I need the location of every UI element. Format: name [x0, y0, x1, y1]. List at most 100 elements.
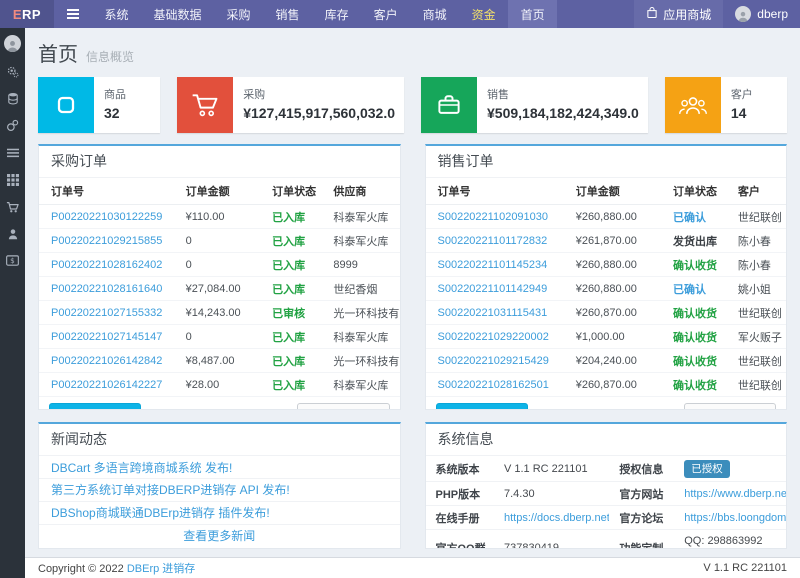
panel-title: 销售订单 — [426, 146, 787, 178]
nav-item-inventory[interactable]: 库存 — [312, 0, 361, 28]
order-id-link[interactable]: P00220221030122259 — [39, 205, 180, 229]
order-id-link[interactable]: P00220221028161640 — [39, 277, 180, 301]
order-id-link[interactable]: P00220221026142842 — [39, 349, 180, 373]
order-id-link[interactable]: S00220221028162501 — [426, 373, 570, 397]
order-id-link[interactable]: S00220221029220002 — [426, 325, 570, 349]
order-id-link[interactable]: S00220221031115431 — [426, 301, 570, 325]
sys-label: 在线手册 — [426, 506, 494, 530]
more-news-link[interactable]: 查看更多新闻 — [39, 525, 400, 548]
sys-value-php: 7.4.30 — [494, 482, 609, 506]
cube-icon — [38, 77, 94, 133]
supplier-name: 科泰军火库 — [327, 205, 399, 229]
order-amount: ¥260,880.00 — [570, 205, 667, 229]
sys-label: 授权信息 — [609, 456, 674, 482]
database-icon[interactable] — [0, 85, 25, 112]
official-site-link[interactable]: https://www.dberp.net/ — [684, 488, 786, 500]
user-icon[interactable] — [0, 220, 25, 247]
order-id-link[interactable]: S00220221101172832 — [426, 229, 570, 253]
stat-cards: 商品 32 采购 ¥127,415,917,560,032.0 — [38, 77, 787, 133]
add-purchase-order-button[interactable]: 添加采购订单 — [49, 403, 141, 410]
list-icon[interactable] — [0, 139, 25, 166]
nav-item-customer[interactable]: 客户 — [361, 0, 410, 28]
status-badge: 已审核 — [266, 301, 327, 325]
table-row: S00220221101172832¥261,870.00发货出库陈小春 — [426, 229, 787, 253]
status-badge: 已确认 — [667, 205, 732, 229]
news-link[interactable]: DBShop商城联通DBErp进销存 插件发布! — [39, 502, 400, 525]
order-amount: 0 — [180, 325, 267, 349]
page-title: 首页 — [38, 38, 78, 67]
view-sales-orders-button[interactable]: 查看销售订单 — [684, 403, 776, 410]
order-amount: ¥28.00 — [180, 373, 267, 397]
order-id-link[interactable]: S00220221102091030 — [426, 205, 570, 229]
order-amount: ¥260,880.00 — [570, 277, 667, 301]
grid-icon[interactable] — [0, 166, 25, 193]
nav-item-system[interactable]: 系统 — [92, 0, 141, 28]
money-icon[interactable]: $ — [0, 247, 25, 274]
supplier-name: 科泰军火库 — [327, 229, 399, 253]
add-sales-order-button[interactable]: 添加销售订单 — [436, 403, 528, 410]
nav-item-mall[interactable]: 商城 — [410, 0, 459, 28]
cogs-icon[interactable] — [0, 58, 25, 85]
app-store-button[interactable]: 应用商城 — [634, 0, 723, 28]
col-header-customer: 客户 — [732, 178, 786, 205]
supplier-name: 科泰军火库 — [327, 325, 399, 349]
view-purchase-orders-button[interactable]: 查看采购订单 — [297, 403, 389, 410]
erp-logo[interactable]: ERP — [0, 0, 54, 28]
stat-value: 32 — [104, 105, 126, 121]
table-row: S00220221031115431¥260,870.00确认收货世纪联创 — [426, 301, 787, 325]
erp-dashboard-page: ERP 系统 基础数据 采购 销售 库存 客户 商城 资金 首页 应用商城 — [0, 0, 800, 578]
forum-link[interactable]: https://bbs.loongdom.cn/ — [684, 512, 786, 524]
order-amount: ¥204,240.00 — [570, 349, 667, 373]
status-badge: 发货出库 — [667, 229, 732, 253]
order-id-link[interactable]: S00220221101145234 — [426, 253, 570, 277]
order-id-link[interactable]: P00220221026142227 — [39, 373, 180, 397]
order-id-link[interactable]: S00220221101142949 — [426, 277, 570, 301]
sidebar-avatar[interactable] — [4, 35, 21, 52]
col-header-order-id: 订单号 — [426, 178, 570, 205]
user-menu[interactable]: dberp — [723, 0, 800, 28]
coins-icon[interactable] — [0, 112, 25, 139]
nav-item-sales[interactable]: 销售 — [263, 0, 312, 28]
nav-item-base-data[interactable]: 基础数据 — [141, 0, 214, 28]
order-id-link[interactable]: P00220221028162402 — [39, 253, 180, 277]
nav-item-home[interactable]: 首页 — [508, 0, 557, 28]
erp-logo-rest: RP — [22, 7, 41, 22]
table-row: S00220221029215429¥204,240.00确认收货世纪联创 — [426, 349, 787, 373]
system-info-table: 系统版本 V 1.1 RC 221101 授权信息 已授权 PHP版本 7.4.… — [426, 456, 787, 549]
top-navbar: ERP 系统 基础数据 采购 销售 库存 客户 商城 资金 首页 应用商城 — [0, 0, 800, 28]
dberp-link[interactable]: DBErp 进销存 — [127, 563, 195, 575]
sys-label: 官方QQ群 — [426, 530, 494, 550]
order-id-link[interactable]: P00220221029215855 — [39, 229, 180, 253]
table-row: 在线手册 https://docs.dberp.net/ 官方论坛 https:… — [426, 506, 787, 530]
status-badge: 已入库 — [266, 205, 327, 229]
stat-card-sales[interactable]: 销售 ¥509,184,182,424,349.0 — [421, 77, 648, 133]
status-badge: 确认收货 — [667, 253, 732, 277]
table-row: P002202210281624020已入库8999 — [39, 253, 400, 277]
stat-card-purchase[interactable]: 采购 ¥127,415,917,560,032.0 — [177, 77, 404, 133]
order-amount: 0 — [180, 253, 267, 277]
cart-icon[interactable] — [0, 193, 25, 220]
table-row: P00220221030122259¥110.00已入库科泰军火库 — [39, 205, 400, 229]
panel-title: 系统信息 — [426, 424, 787, 456]
col-header-status: 订单状态 — [266, 178, 327, 205]
panel-title: 新闻动态 — [39, 424, 400, 456]
stat-label: 商品 — [104, 86, 126, 102]
order-amount: ¥27,084.00 — [180, 277, 267, 301]
docs-link[interactable]: https://docs.dberp.net/ — [504, 512, 609, 524]
sales-orders-table: 订单号 订单金额 订单状态 客户 S00220221102091030¥260,… — [426, 178, 787, 397]
supplier-name: 世纪香烟 — [327, 277, 399, 301]
nav-item-funds[interactable]: 资金 — [459, 0, 508, 28]
order-id-link[interactable]: S00220221029215429 — [426, 349, 570, 373]
nav-item-purchase[interactable]: 采购 — [214, 0, 263, 28]
news-link[interactable]: 第三方系统订单对接DBERP进销存 API 发布! — [39, 479, 400, 502]
table-row: P00220221028161640¥27,084.00已入库世纪香烟 — [39, 277, 400, 301]
order-id-link[interactable]: P00220221027155332 — [39, 301, 180, 325]
sidebar-toggle-icon[interactable] — [54, 0, 92, 28]
stat-card-products[interactable]: 商品 32 — [38, 77, 160, 133]
news-link[interactable]: DBCart 多语言跨境商城系统 发布! — [39, 456, 400, 479]
stat-value: ¥509,184,182,424,349.0 — [487, 105, 639, 121]
content-area: 首页 信息概览 商品 32 — [25, 28, 800, 557]
order-id-link[interactable]: P00220221027145147 — [39, 325, 180, 349]
stat-card-customers[interactable]: 客户 14 — [665, 77, 787, 133]
table-row: S00220221101142949¥260,880.00已确认姚小姐 — [426, 277, 787, 301]
